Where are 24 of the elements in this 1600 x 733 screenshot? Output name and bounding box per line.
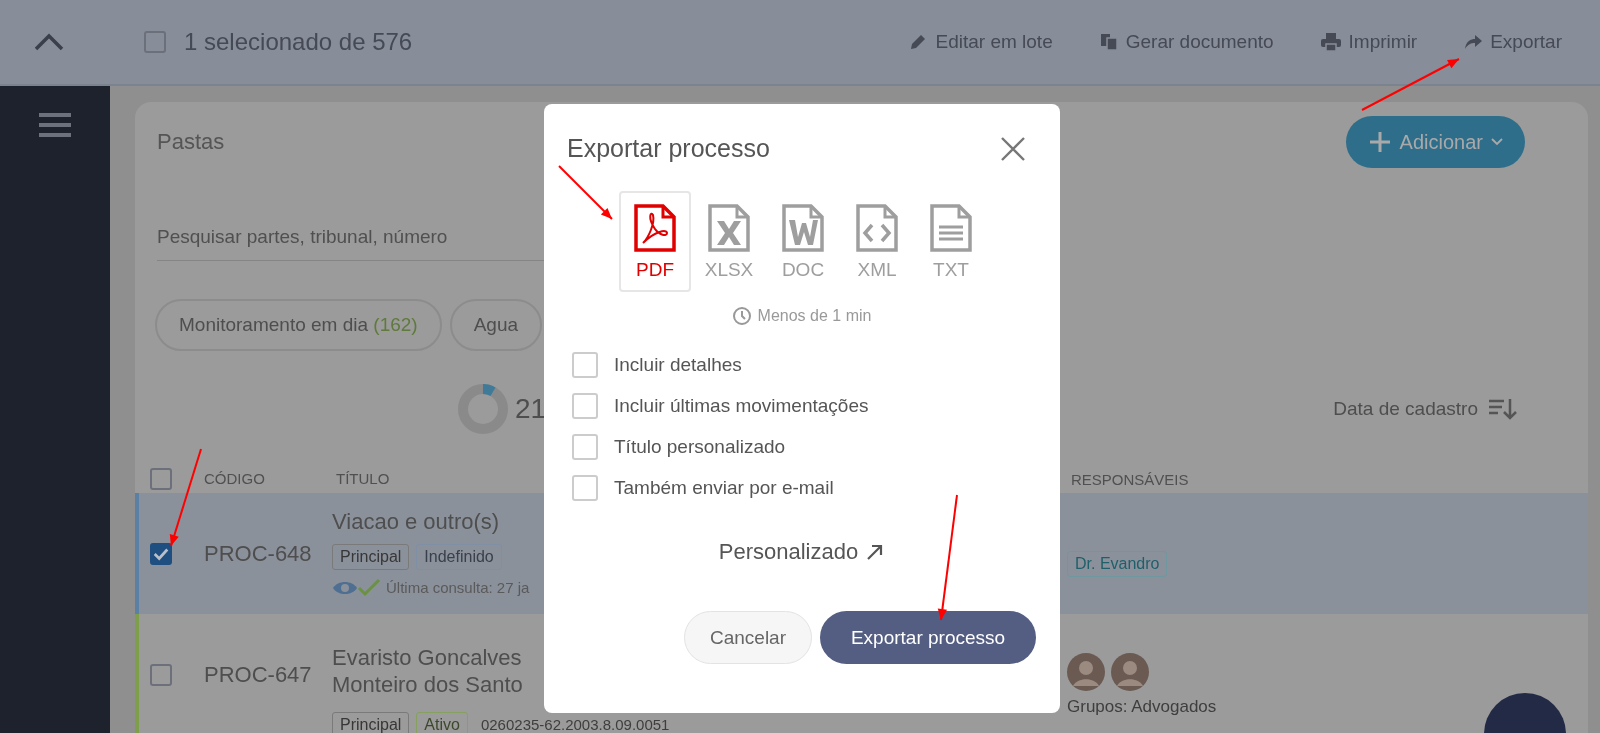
process-code: PROC-647 [204,661,313,688]
tag: Indefinido [416,543,502,570]
summary-count: 21 [515,393,547,425]
dialog-title: Exportar processo [567,134,770,163]
option-label: Também enviar por e-mail [614,477,834,499]
process-number: 0260235-62.2003.8.09.0051 [480,716,670,733]
responsible-tag: Dr. Evandro [1067,550,1168,577]
option-label: Título personalizado [614,436,786,458]
last-check-text: Última consulta: 27 ja [386,579,530,597]
process-code: PROC-648 [204,540,313,567]
tag: Principal [332,711,410,733]
tag: Principal [332,543,410,570]
process-title: Evaristo Goncalves Monteiro dos Santo [332,645,523,698]
option-label: Incluir detalhes [614,354,742,376]
column-header: CÓDIGO [204,470,265,487]
column-header: TÍTULO [336,470,390,487]
option-label: Incluir últimas movimentações [614,395,869,417]
process-title: Viacao e outro(s) [332,509,500,536]
selection-count: 1 selecionado de 576 [184,28,413,56]
groups-text: Grupos: Advogados [1067,696,1217,717]
tag: Ativo [416,711,468,733]
section-title: Pastas [157,129,225,155]
column-header: RESPONSÁVEIS [1071,470,1189,488]
time-estimate: Menos de 1 min [757,307,872,325]
